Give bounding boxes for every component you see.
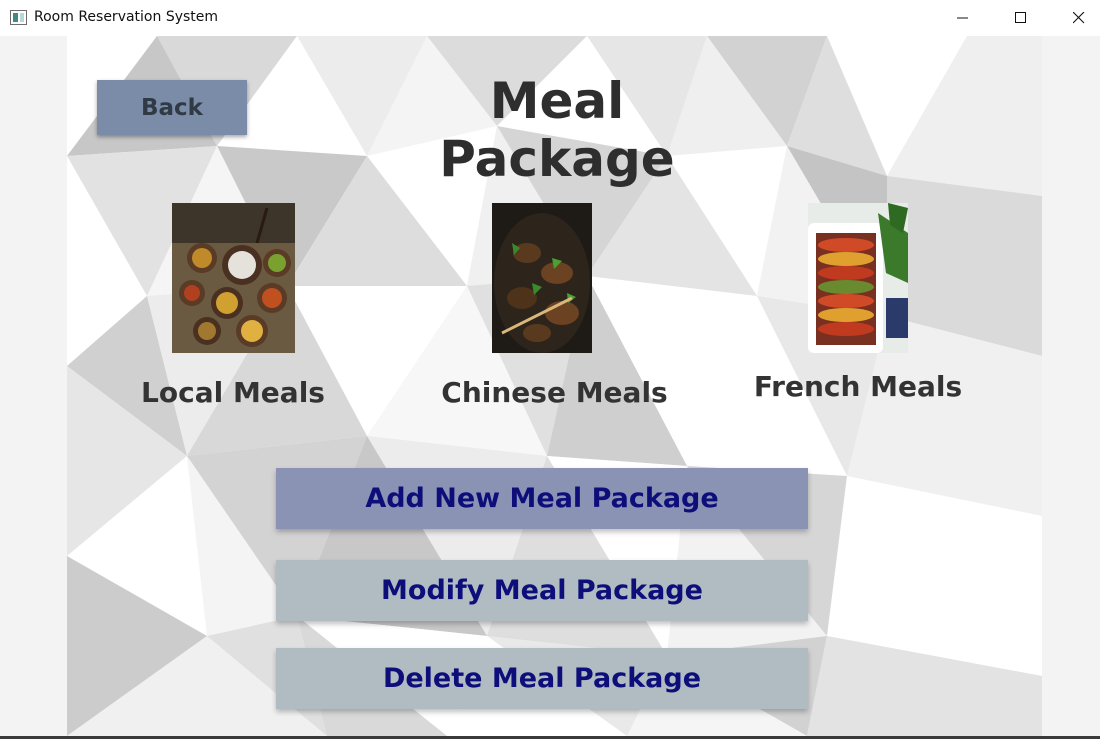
meal-package-panel: Back Meal Package Local Meals Chinese Me… [67,36,1042,736]
back-button[interactable]: Back [97,80,247,135]
french-meals-label: French Meals [753,370,963,403]
window-titlebar: Room Reservation System [0,0,1100,36]
chinese-meals-label: Chinese Meals [441,376,668,409]
close-button[interactable] [1050,0,1100,36]
page-title: Meal Package [439,72,675,188]
local-meals-photo[interactable] [172,203,295,353]
maximize-button[interactable] [992,0,1050,36]
add-meal-package-button[interactable]: Add New Meal Package [276,468,808,529]
window-app-icon [10,10,27,25]
maximize-icon [1015,12,1026,23]
delete-meal-package-button[interactable]: Delete Meal Package [276,648,808,709]
local-meals-label: Local Meals [141,376,325,409]
window-margin-right [1042,36,1100,736]
french-meals-photo[interactable] [808,203,908,353]
minimize-icon [957,17,968,19]
window-margin-left [0,36,67,736]
minimize-button[interactable] [934,0,992,36]
chinese-meals-photo[interactable] [492,203,592,353]
close-icon [1073,12,1085,24]
window-title: Room Reservation System [34,9,219,25]
modify-meal-package-button[interactable]: Modify Meal Package [276,560,808,621]
